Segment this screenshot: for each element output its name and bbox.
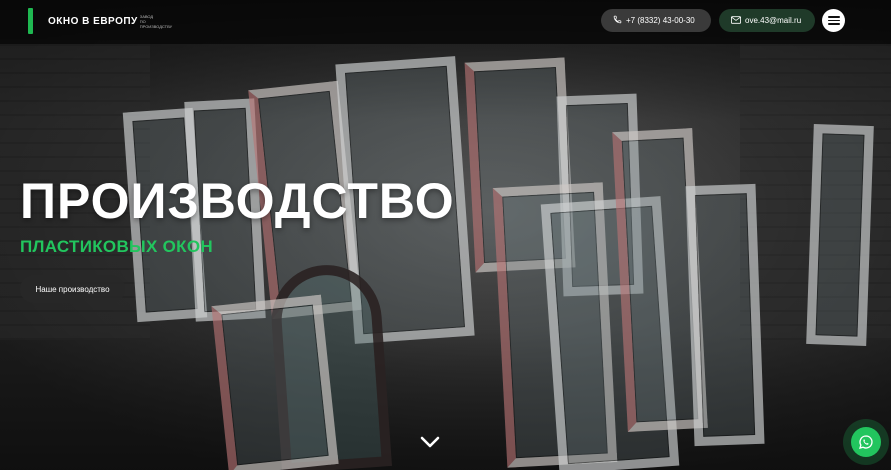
phone-number: +7 (8332) 43-00-30 — [626, 16, 695, 25]
site-header: ОКНО В ЕВРОПУ ЗАВОД ПО ПРОИЗВОДСТВУ +7 (… — [0, 0, 891, 44]
logo-text: ОКНО В ЕВРОПУ — [48, 15, 138, 27]
logo[interactable]: ОКНО В ЕВРОПУ ЗАВОД ПО ПРОИЗВОДСТВУ — [28, 8, 173, 34]
hero-title: ПРОИЗВОДСТВО — [20, 173, 455, 229]
email-address: ove.43@mail.ru — [745, 16, 802, 25]
logo-subtext: ЗАВОД ПО ПРОИЗВОДСТВУ — [139, 13, 173, 29]
mail-icon — [731, 15, 741, 26]
hero-background-image — [0, 0, 891, 470]
phone-button[interactable]: +7 (8332) 43-00-30 — [601, 9, 711, 32]
hero-section: ОКНО В ЕВРОПУ ЗАВОД ПО ПРОИЗВОДСТВУ +7 (… — [0, 0, 891, 470]
logo-mark — [28, 8, 33, 34]
phone-icon — [613, 15, 622, 26]
email-button[interactable]: ove.43@mail.ru — [719, 9, 815, 32]
chevron-down-icon[interactable] — [420, 434, 440, 450]
menu-icon[interactable] — [822, 9, 845, 32]
whatsapp-icon[interactable] — [851, 427, 881, 457]
our-production-button[interactable]: Наше производство — [20, 275, 125, 303]
hero-subtitle: ПЛАСТИКОВЫХ ОКОН — [20, 237, 213, 256]
